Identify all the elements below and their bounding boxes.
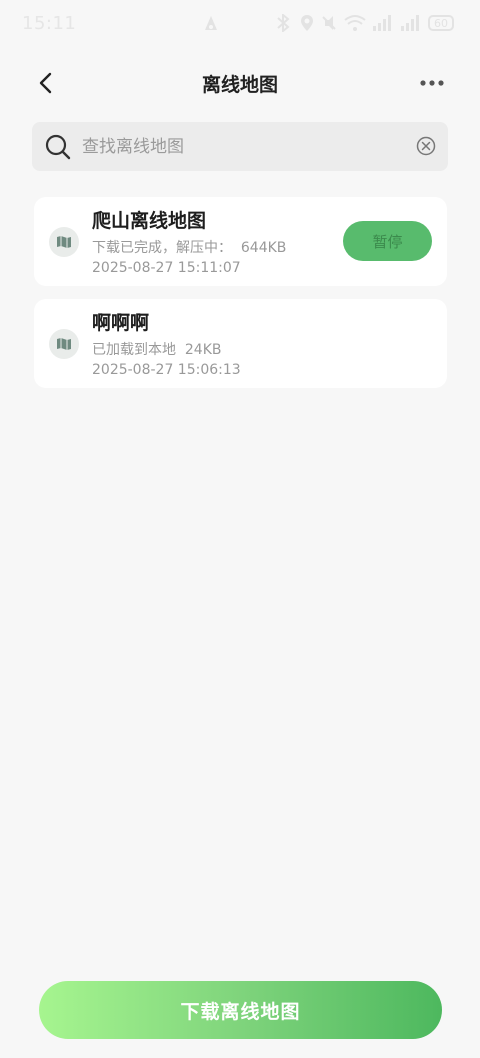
signal-icon-2 (400, 14, 422, 32)
search-box[interactable] (32, 122, 448, 171)
map-icon (49, 227, 79, 257)
offline-map-screen: 15:11 60 离线地图 查找离线地图 爬山离线地图 下载已完成，解压中： 6… (0, 0, 480, 1058)
pause-button[interactable]: 暂停 (343, 221, 432, 261)
download-offline-map-button[interactable]: 下载离线地图 (39, 981, 442, 1039)
status-bar: 15:11 60 (0, 0, 480, 50)
wifi-icon (344, 14, 366, 32)
map-status: 下载已完成，解压中： 644KB (92, 240, 287, 256)
map-list-item[interactable]: 爬山离线地图 下载已完成，解压中： 644KB 2025-08-27 15:11… (34, 197, 447, 286)
location-icon (300, 14, 314, 32)
map-name: 啊啊啊 (92, 312, 150, 334)
map-list-item[interactable]: 啊啊啊 已加载到本地 24KB 2025-08-27 15:06:13 (34, 299, 447, 388)
bluetooth-icon (274, 14, 294, 32)
map-date: 2025-08-27 15:11:07 (92, 260, 241, 276)
page-title: 离线地图 (201, 74, 278, 96)
status-time: 15:11 (22, 13, 77, 34)
notification-icon (203, 15, 219, 37)
nav-bar: 离线地图 (0, 60, 480, 106)
more-dots-icon (420, 80, 444, 86)
mute-icon (320, 14, 338, 32)
search-icon (44, 133, 72, 165)
more-button[interactable] (412, 66, 452, 100)
signal-icon (372, 14, 394, 32)
map-name: 爬山离线地图 (92, 210, 207, 232)
map-date: 2025-08-27 15:06:13 (92, 362, 241, 378)
status-icons: 60 (274, 14, 454, 32)
map-icon (49, 329, 79, 359)
clear-circle-icon[interactable] (416, 136, 436, 160)
battery-icon: 60 (428, 15, 454, 31)
search-input[interactable] (82, 122, 402, 171)
map-status: 已加载到本地 24KB (92, 342, 222, 358)
